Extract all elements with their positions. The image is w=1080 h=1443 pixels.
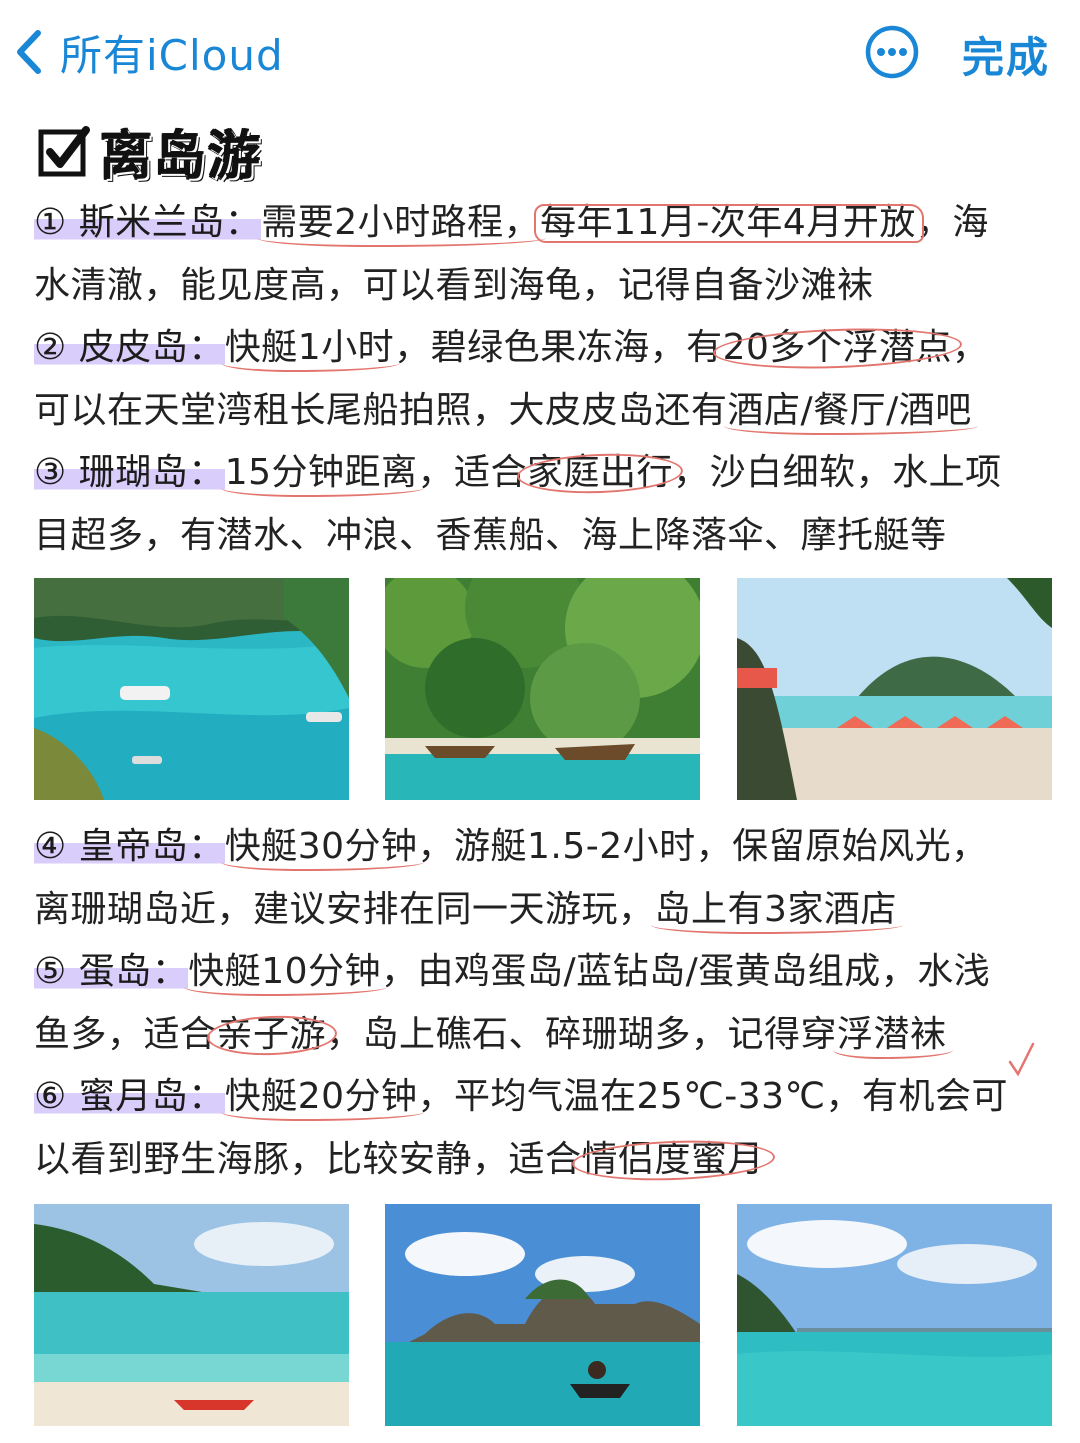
text-line: ③ 珊瑚岛：15分钟距离，适合家庭出行，沙白细软，水上项 xyxy=(34,442,1064,505)
navigation-bar: 所有iCloud 完成 xyxy=(0,0,1080,100)
text-line: ⑤ 蛋岛：快艇10分钟，由鸡蛋岛/蓝钻岛/蛋黄岛组成，水浅 xyxy=(34,941,1064,1004)
photo-row xyxy=(34,578,1052,800)
photo-coral-island-beach[interactable] xyxy=(737,578,1052,800)
text-line: 以看到野生海豚，比较安静，适合情侣度蜜月 xyxy=(34,1129,1064,1192)
photo-honeymoon-beach[interactable] xyxy=(34,1204,349,1426)
text-line: 目超多，有潜水、冲浪、香蕉船、海上降落伞、摩托艇等 xyxy=(34,505,1064,568)
section-label: ⑤ 蛋岛： xyxy=(34,951,189,992)
annotated-text: 情侣度蜜月 xyxy=(581,1138,765,1180)
annotated-text: 快艇20分钟 xyxy=(224,1076,418,1117)
photo-similan-bay[interactable] xyxy=(34,578,349,800)
chevron-left-icon xyxy=(17,30,41,74)
text-line: 鱼多，适合亲子游，岛上礁石、碎珊瑚多，记得穿浮潜袜 xyxy=(34,1004,1064,1067)
checkbox-checked-icon xyxy=(38,126,90,177)
text-fragment: 以看到野生海豚，比较安静，适合 xyxy=(34,1138,582,1180)
text-line: ② 皮皮岛：快艇1小时，碧绿色果冻海，有20多个浮潜点， xyxy=(34,317,1064,380)
annotated-text: 快艇10分钟 xyxy=(188,951,382,992)
text-fragment: ，岛上礁石、碎珊瑚多，记得穿 xyxy=(326,1013,838,1055)
text-fragment: 离珊瑚岛近，建议安排在同一天游玩， xyxy=(34,888,655,930)
done-button[interactable]: 完成 xyxy=(962,24,1050,85)
text-fragment: ，游艇1.5-2小时，保留原始风光， xyxy=(417,826,988,867)
annotated-text: 快艇30分钟 xyxy=(224,826,418,867)
text-fragment: ，平均气温在25℃-33℃，有机会可 xyxy=(417,1076,1008,1117)
text-fragment: ，沙白细软，水上项 xyxy=(673,452,1002,493)
text-fragment: ，海 xyxy=(915,202,989,243)
text-line: ① 斯米兰岛：需要2小时路程，每年11月-次年4月开放，海 xyxy=(34,192,1064,255)
note-body-part-1: ① 斯米兰岛：需要2小时路程，每年11月-次年4月开放，海 水清澈，能见度高，可… xyxy=(34,192,1064,567)
photo-egg-island-jetski[interactable] xyxy=(385,1204,700,1426)
annotated-text: 20多个浮潜点 xyxy=(722,327,952,368)
note-body-part-2: ④ 皇帝岛：快艇30分钟，游艇1.5-2小时，保留原始风光， 离珊瑚岛近，建议安… xyxy=(34,816,1064,1191)
note-title: 离岛游 xyxy=(100,126,263,187)
photo-phi-phi-cliff[interactable] xyxy=(385,578,700,800)
annotated-text: 亲子游 xyxy=(216,1013,327,1055)
annotated-text: 快艇1小时 xyxy=(224,327,395,368)
section-label: ① 斯米兰岛： xyxy=(34,202,262,243)
text-line: ⑥ 蜜月岛：快艇20分钟，平均气温在25℃-33℃，有机会可 xyxy=(34,1066,1064,1129)
annotated-text: 需要2小时路程， xyxy=(261,202,541,243)
text-line: 水清澈，能见度高，可以看到海龟，记得自备沙滩袜 xyxy=(34,255,1064,318)
note-heading: 离岛游 xyxy=(38,120,262,187)
text-fragment: 鱼多，适合 xyxy=(34,1013,217,1055)
text-fragment: ，适合 xyxy=(417,452,528,493)
text-fragment: 可以在天堂湾租长尾船拍照，大皮皮岛还有 xyxy=(34,389,728,431)
text-fragment: 水清澈，能见度高，可以看到海龟，记得自备沙滩袜 xyxy=(34,264,874,306)
section-label: ④ 皇帝岛： xyxy=(34,826,225,867)
annotated-text: 每年11月-次年4月开放 xyxy=(540,202,916,243)
annotated-text: 岛上有3家酒店 xyxy=(654,888,897,930)
text-fragment: 目超多，有潜水、冲浪、香蕉船、海上降落伞、摩托艇等 xyxy=(34,514,947,556)
section-label: ⑥ 蜜月岛： xyxy=(34,1076,225,1117)
text-line: 可以在天堂湾租长尾船拍照，大皮皮岛还有酒店/餐厅/酒吧 xyxy=(34,380,1064,443)
ellipsis-circle-icon[interactable] xyxy=(864,24,920,80)
annotated-text: 家庭出行 xyxy=(527,452,674,493)
photo-row xyxy=(34,1204,1052,1426)
text-line: 离珊瑚岛近，建议安排在同一天游玩，岛上有3家酒店 xyxy=(34,879,1064,942)
section-label: ② 皮皮岛： xyxy=(34,327,225,368)
photo-khai-island-view[interactable] xyxy=(737,1204,1052,1426)
text-fragment: ，碧绿色果冻海，有 xyxy=(394,327,723,368)
text-line: ④ 皇帝岛：快艇30分钟，游艇1.5-2小时，保留原始风光， xyxy=(34,816,1064,879)
annotated-text: 浮潜袜 xyxy=(837,1013,947,1055)
annotated-text: 酒店/餐厅/酒吧 xyxy=(727,389,972,431)
section-label: ③ 珊瑚岛： xyxy=(34,452,225,493)
annotated-text: 15分钟距离 xyxy=(224,452,418,493)
back-button[interactable]: 所有iCloud xyxy=(12,26,284,80)
back-button-label: 所有iCloud xyxy=(60,30,284,80)
handwritten-check-mark xyxy=(1008,1042,1035,1077)
text-fragment: ，由鸡蛋岛/蓝钻岛/蛋黄岛组成，水浅 xyxy=(381,951,991,992)
